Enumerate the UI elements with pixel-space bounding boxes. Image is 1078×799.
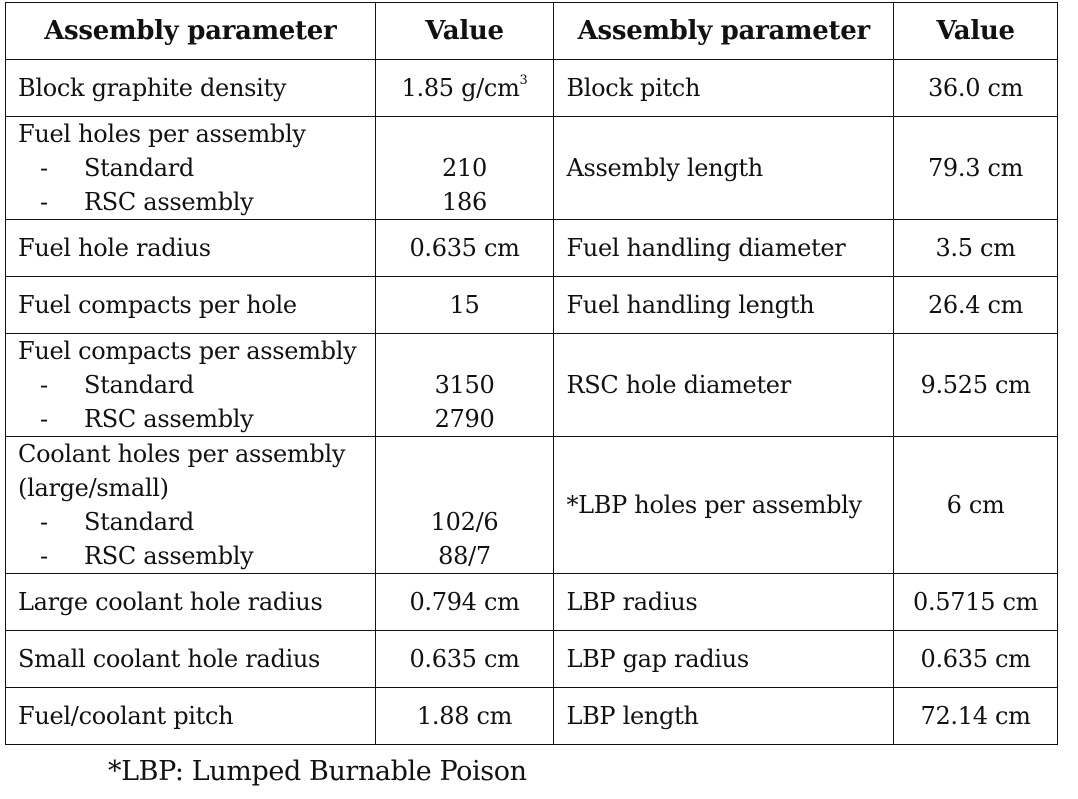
table-row: Coolant holes per assembly (large/small)… [5, 436, 1058, 574]
table-header-row: Assembly parameter Value Assembly parame… [5, 2, 1058, 60]
param-cell: Large coolant hole radius [5, 573, 376, 631]
value-cell: 0.635 cm [374, 219, 555, 277]
value-cell: 0.794 cm [374, 573, 555, 631]
table-row: Fuel hole radius 0.635 cm Fuel handling … [5, 219, 1058, 277]
table-row: Small coolant hole radius 0.635 cm LBP g… [5, 630, 1058, 688]
value-cell: 36.0 cm [893, 59, 1058, 117]
param-cell: Coolant holes per assembly (large/small)… [5, 436, 376, 574]
value-cell: 1.88 cm [374, 687, 555, 745]
param-title: Fuel holes per assembly [18, 120, 306, 148]
header-value-right: Value [893, 2, 1058, 60]
table-row: Fuel compacts per hole 15 Fuel handling … [5, 276, 1058, 334]
value-cell: 15 [374, 276, 555, 334]
param-cell: RSC hole diameter [553, 333, 895, 437]
header-value-left: Value [374, 2, 555, 60]
value-cell: 0.5715 cm [893, 573, 1058, 631]
value-cell: 79.3 cm [893, 116, 1058, 220]
sub-value: 2790 [434, 405, 495, 433]
value-cell: 26.4 cm [893, 276, 1058, 334]
footnote: *LBP: Lumped Burnable Poison [108, 756, 527, 787]
param-cell: Assembly length [553, 116, 895, 220]
sub-value: 102/6 [430, 508, 499, 536]
assembly-parameters-table: Assembly parameter Value Assembly parame… [5, 2, 1058, 745]
sub-item: - Standard [18, 368, 363, 402]
dash-bullet: - [40, 188, 48, 216]
param-cell: *LBP holes per assembly [553, 436, 895, 574]
dash-bullet: - [40, 405, 48, 433]
value-cell: 3150 2790 [374, 333, 555, 437]
header-assembly-parameter-right: Assembly parameter [553, 2, 895, 60]
sub-label: Standard [84, 371, 194, 399]
sub-item: - RSC assembly [18, 402, 363, 436]
param-cell: Block pitch [553, 59, 895, 117]
table-row: Fuel/coolant pitch 1.88 cm LBP length 72… [5, 687, 1058, 745]
sub-value: 186 [442, 188, 487, 216]
table-row: Block graphite density 1.85 g/cm3 Block … [5, 59, 1058, 117]
param-title-line2: (large/small) [18, 474, 169, 502]
sub-value: 88/7 [438, 542, 491, 570]
value-cell: 0.635 cm [893, 630, 1058, 688]
value-cell: 72.14 cm [893, 687, 1058, 745]
header-assembly-parameter-left: Assembly parameter [5, 2, 376, 60]
param-cell: Fuel holes per assembly - Standard - RSC a… [5, 116, 376, 220]
param-cell: LBP radius [553, 573, 895, 631]
sub-label: Standard [84, 508, 194, 536]
dash-bullet: - [40, 542, 48, 570]
param-cell: Fuel handling length [553, 276, 895, 334]
value-cell: 210 186 [374, 116, 555, 220]
param-title: Coolant holes per assembly [18, 440, 346, 468]
sub-value: 210 [442, 154, 487, 182]
param-cell: Block graphite density [5, 59, 376, 117]
param-cell: Fuel hole radius [5, 219, 376, 277]
dash-bullet: - [40, 508, 48, 536]
sub-item: - Standard [18, 505, 363, 539]
sub-item: - RSC assembly [18, 539, 363, 573]
param-cell: Fuel/coolant pitch [5, 687, 376, 745]
param-cell: Fuel handling diameter [553, 219, 895, 277]
sub-label: RSC assembly [84, 188, 254, 216]
value-cell: 9.525 cm [893, 333, 1058, 437]
table-row: Fuel holes per assembly - Standard - RSC a… [5, 116, 1058, 220]
param-title: Fuel compacts per assembly [18, 337, 357, 365]
param-cell: Small coolant hole radius [5, 630, 376, 688]
sub-value: 3150 [434, 371, 495, 399]
sub-item: - RSC assembly [18, 185, 363, 219]
sub-label: Standard [84, 154, 194, 182]
sub-item: - Standard [18, 151, 363, 185]
param-cell: Fuel compacts per hole [5, 276, 376, 334]
param-cell: LBP length [553, 687, 895, 745]
value-cell: 3.5 cm [893, 219, 1058, 277]
sub-label: RSC assembly [84, 405, 254, 433]
sub-label: RSC assembly [84, 542, 254, 570]
value-cell: 1.85 g/cm3 [374, 59, 555, 117]
value-superscript: 3 [519, 73, 528, 88]
table-row: Fuel compacts per assembly - Standard - RS… [5, 333, 1058, 437]
value-text: 1.85 g/cm [401, 74, 520, 102]
table-row: Large coolant hole radius 0.794 cm LBP r… [5, 573, 1058, 631]
param-cell: LBP gap radius [553, 630, 895, 688]
value-cell: 6 cm [893, 436, 1058, 574]
dash-bullet: - [40, 154, 48, 182]
param-cell: Fuel compacts per assembly - Standard - RS… [5, 333, 376, 437]
value-cell: 102/6 88/7 [374, 436, 555, 574]
dash-bullet: - [40, 371, 48, 399]
value-cell: 0.635 cm [374, 630, 555, 688]
